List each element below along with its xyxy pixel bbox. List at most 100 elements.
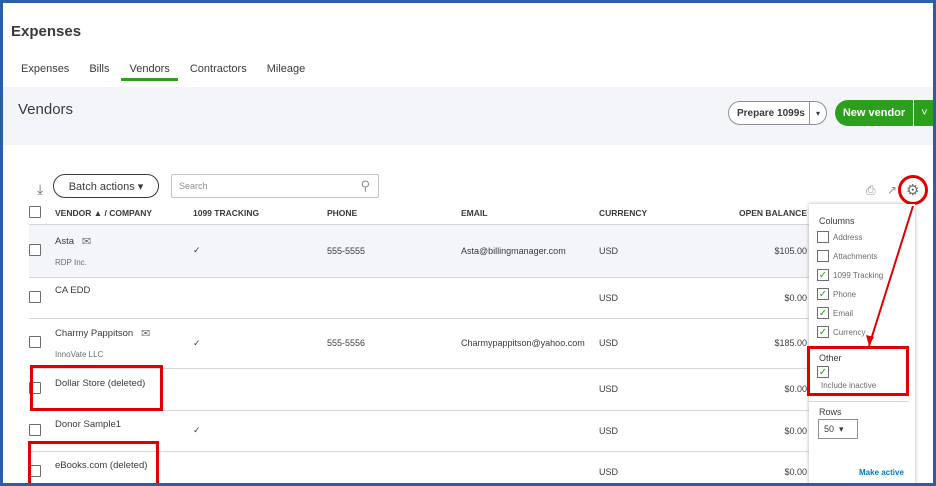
settings-panel: Columns Address Attachments ✓ 1099 Tracki…: [809, 204, 915, 483]
vendor-phone: [327, 410, 461, 452]
vendor-currency: USD: [599, 277, 733, 319]
option-label: Address: [833, 232, 863, 242]
vendor-currency: USD: [599, 451, 733, 483]
rows-select[interactable]: 50 ▾: [818, 419, 858, 439]
vendor-email: Charmypappitson@yahoo.com: [461, 318, 599, 369]
row-checkbox[interactable]: [29, 423, 41, 436]
check-icon[interactable]: ✓: [817, 326, 829, 338]
tab-bar: Expenses Bills Vendors Contractors Milea…: [11, 63, 315, 81]
highlight-box-ebooks: [28, 441, 159, 483]
vendor-balance: $0.00: [733, 277, 811, 319]
prepare-1099s-button[interactable]: Prepare 1099s: [728, 101, 814, 125]
row-checkbox[interactable]: [29, 243, 41, 256]
vendor-email: [461, 410, 599, 452]
vendor-phone: [327, 368, 461, 411]
col-vendor[interactable]: VENDOR ▲ / COMPANY: [55, 202, 193, 225]
vendor-phone: [327, 451, 461, 483]
column-option-1099-tracking[interactable]: ✓ 1099 Tracking: [817, 269, 883, 281]
mail-icon[interactable]: ✉: [82, 235, 91, 248]
vendor-name[interactable]: Asta: [55, 236, 74, 247]
new-vendor-button[interactable]: New vendor: [835, 100, 913, 126]
gear-highlight-circle: [898, 175, 928, 205]
new-vendor-dropdown-icon[interactable]: ˅: [913, 100, 933, 126]
checkbox[interactable]: [817, 250, 829, 262]
vendor-balance: $0.00: [733, 410, 811, 452]
tracking-check-icon: ✓: [193, 318, 327, 369]
check-icon[interactable]: ✓: [817, 269, 829, 281]
table-header-row: VENDOR ▲ / COMPANY 1099 TRACKING PHONE E…: [29, 202, 811, 225]
vendors-title: Vendors: [18, 101, 74, 118]
vendor-phone: 555-5555: [327, 224, 461, 278]
search-input[interactable]: Search ⚲: [171, 174, 379, 198]
vendor-name[interactable]: CA EDD: [55, 285, 90, 296]
highlight-box-dollar-store: [30, 365, 163, 411]
mail-icon[interactable]: ✉: [141, 327, 150, 340]
panel-divider: [809, 401, 909, 402]
tab-bills[interactable]: Bills: [79, 63, 119, 81]
check-icon[interactable]: ✓: [817, 288, 829, 300]
option-label: Phone: [833, 289, 857, 299]
vendor-email: [461, 451, 599, 483]
table-row[interactable]: Charmy Pappitson ✉ InnoVate LLC ✓ 555-555…: [29, 318, 811, 369]
select-all-checkbox-cell[interactable]: [29, 202, 55, 225]
option-label: 1099 Tracking: [833, 270, 884, 280]
page-title: Expenses: [11, 23, 82, 40]
vendor-balance: $105.00: [733, 224, 811, 278]
col-currency[interactable]: CURRENCY: [599, 202, 733, 225]
vendor-email: [461, 277, 599, 319]
tab-expenses[interactable]: Expenses: [11, 63, 79, 81]
col-phone[interactable]: PHONE: [327, 202, 461, 225]
option-label: Currency: [833, 327, 866, 337]
tab-contractors[interactable]: Contractors: [180, 63, 257, 81]
rows-label: Rows: [819, 407, 842, 417]
col-email[interactable]: EMAIL: [461, 202, 599, 225]
vendor-currency: USD: [599, 318, 733, 369]
columns-label: Columns: [819, 216, 855, 226]
tracking-check-icon: ✓: [193, 410, 327, 452]
tracking-check-icon: ✓: [193, 224, 327, 278]
highlight-box-other: [807, 346, 909, 396]
row-checkbox[interactable]: [29, 336, 41, 348]
vendor-company: RDP Inc.: [55, 257, 87, 267]
vendor-name[interactable]: Donor Sample1: [55, 419, 121, 430]
column-option-attachments[interactable]: Attachments: [817, 250, 877, 262]
col-1099-tracking[interactable]: 1099 TRACKING: [193, 202, 327, 225]
vendor-email: [461, 368, 599, 411]
option-label: Attachments: [833, 251, 878, 261]
print-icon[interactable]: ⎙: [866, 183, 876, 198]
vendor-phone: 555-5556: [327, 318, 461, 369]
check-icon[interactable]: ✓: [817, 307, 829, 319]
column-option-address[interactable]: Address: [817, 231, 862, 243]
column-option-currency[interactable]: ✓ Currency: [817, 326, 865, 338]
app-frame: Expenses Expenses Bills Vendors Contract…: [0, 0, 936, 486]
export-icon[interactable]: ↗: [887, 183, 897, 197]
rows-value: 50: [824, 424, 835, 434]
sort-icon[interactable]: ⤓: [37, 181, 43, 198]
vendor-tracking: [193, 277, 327, 319]
vendor-tracking: [193, 451, 327, 483]
column-option-phone[interactable]: ✓ Phone: [817, 288, 856, 300]
tab-mileage[interactable]: Mileage: [257, 63, 316, 81]
make-active-link[interactable]: Make active: [859, 468, 904, 477]
table-row[interactable]: Asta ✉ RDP Inc. ✓ 555-5555 Asta@billingma…: [29, 224, 811, 278]
table-row[interactable]: CA EDD USD $0.00: [29, 277, 811, 319]
vendor-currency: USD: [599, 368, 733, 411]
vendor-tracking: [193, 368, 327, 411]
vendor-phone: [327, 277, 461, 319]
vendor-currency: USD: [599, 410, 733, 452]
vendor-balance: $0.00: [733, 368, 811, 411]
batch-actions-button[interactable]: Batch actions ▾: [53, 174, 159, 198]
search-icon[interactable]: ⚲: [360, 178, 370, 194]
vendor-email: Asta@billingmanager.com: [461, 224, 599, 278]
column-option-email[interactable]: ✓ Email: [817, 307, 853, 319]
row-checkbox[interactable]: [29, 290, 41, 303]
vendor-balance: $185.00: [733, 318, 811, 369]
vendor-balance: $0.00: [733, 451, 811, 483]
vendor-currency: USD: [599, 224, 733, 278]
search-placeholder: Search: [179, 181, 208, 191]
tab-vendors[interactable]: Vendors: [119, 63, 179, 81]
checkbox[interactable]: [817, 231, 829, 243]
col-open-balance[interactable]: OPEN BALANCE: [733, 202, 811, 225]
vendor-name[interactable]: Charmy Pappitson: [55, 328, 133, 339]
select-all-checkbox[interactable]: [29, 205, 41, 218]
